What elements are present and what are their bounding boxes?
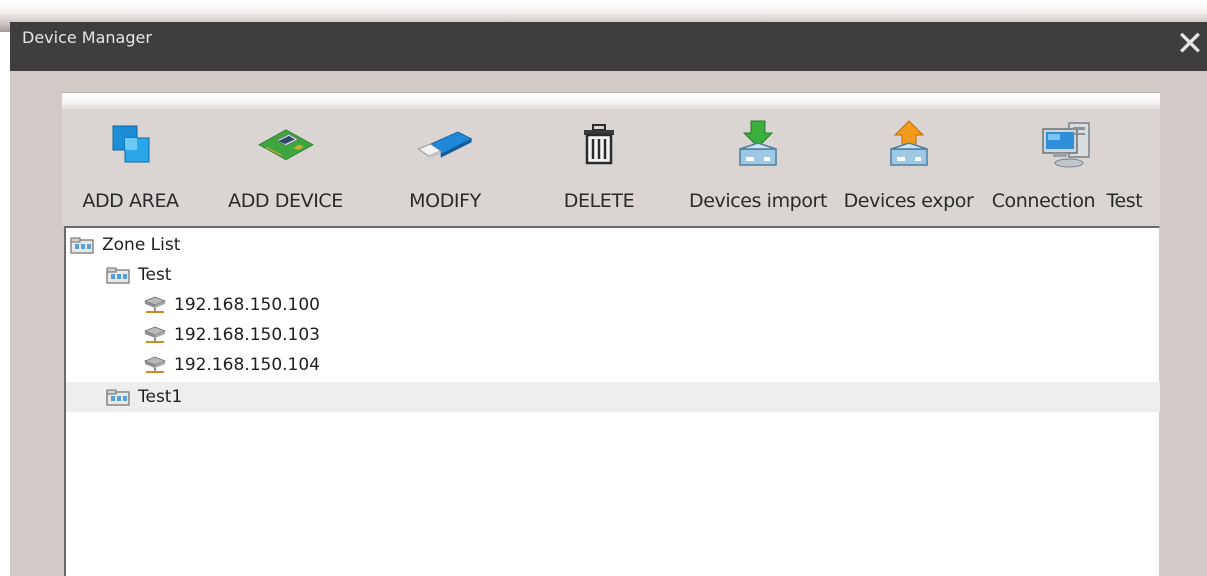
close-icon: ✕	[1175, 24, 1205, 64]
tree-device-label: 192.168.150.104	[174, 355, 321, 375]
network-device-icon	[143, 326, 167, 343]
folder-icon	[70, 237, 94, 254]
devices-export-label: Devices expor	[843, 190, 974, 212]
network-device-icon	[143, 296, 167, 313]
tree-root-label: Zone List	[102, 235, 181, 255]
tree-zone-label: Test	[138, 265, 172, 285]
add-device-button[interactable]: ADD DEVICE	[207, 110, 364, 226]
tree-zone-label: Test1	[138, 387, 183, 407]
devices-import-button[interactable]: Devices import	[680, 110, 836, 226]
network-device-icon	[143, 356, 167, 373]
add-device-label: ADD DEVICE	[228, 190, 343, 212]
add-device-icon	[256, 116, 316, 172]
delete-label: DELETE	[563, 190, 635, 212]
zone-tree[interactable]: Zone List Test 192.168.150.100 192.168.1…	[64, 226, 1160, 576]
add-area-icon	[101, 116, 161, 172]
export-icon	[879, 116, 939, 172]
modify-icon	[415, 116, 475, 172]
import-icon	[728, 116, 788, 172]
modify-button[interactable]: MODIFY	[380, 110, 510, 226]
connection-test-label: Connection Test	[991, 190, 1143, 212]
toolbar-top-border	[62, 92, 1160, 110]
add-area-button[interactable]: ADD AREA	[62, 110, 199, 226]
toolbar: ADD AREA ADD DEVICE MODIFY DELETE Device…	[62, 110, 1160, 226]
devices-export-button[interactable]: Devices expor	[837, 110, 980, 226]
tree-device-label: 192.168.150.103	[174, 325, 321, 345]
tree-device-row[interactable]: 192.168.150.104	[66, 350, 1160, 380]
modify-label: MODIFY	[409, 190, 481, 212]
add-area-label: ADD AREA	[82, 190, 179, 212]
window-titlebar: Device Manager ✕	[10, 22, 1207, 71]
folder-icon	[106, 267, 130, 284]
tree-device-row[interactable]: 192.168.150.103	[66, 320, 1160, 350]
tree-root-zone-list[interactable]: Zone List	[66, 230, 1160, 260]
tree-zone-test[interactable]: Test	[66, 260, 1160, 290]
folder-icon	[106, 389, 130, 406]
close-button[interactable]: ✕	[1175, 26, 1205, 62]
trash-icon	[569, 116, 629, 172]
tree-zone-test1[interactable]: Test1	[66, 382, 1160, 412]
computer-icon	[1037, 116, 1097, 172]
devices-import-label: Devices import	[688, 190, 828, 212]
window-title: Device Manager	[22, 28, 152, 47]
connection-test-button[interactable]: Connection Test	[982, 110, 1152, 226]
delete-button[interactable]: DELETE	[534, 110, 664, 226]
tree-device-label: 192.168.150.100	[174, 295, 321, 315]
tree-device-row[interactable]: 192.168.150.100	[66, 290, 1160, 320]
